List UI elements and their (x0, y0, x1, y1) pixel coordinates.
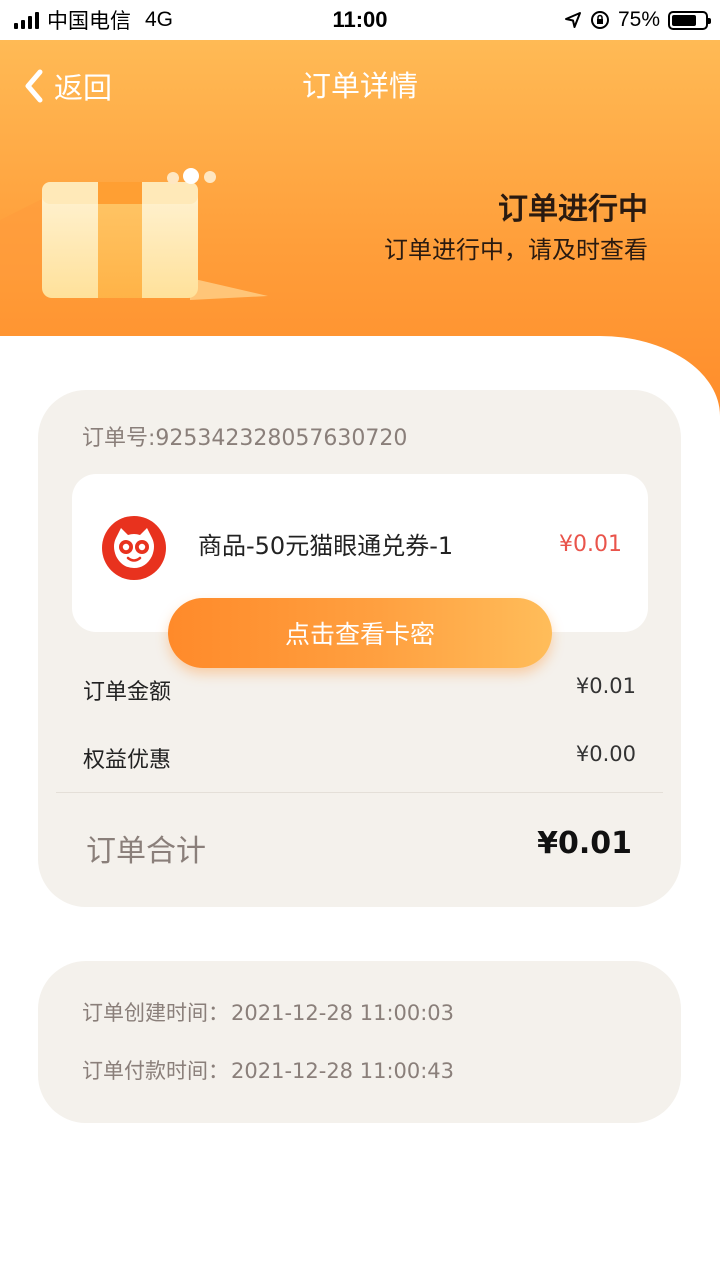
maoyan-cat-logo-icon (102, 516, 166, 580)
order-number: 订单号:925342328057630720 (82, 426, 408, 451)
goods-name: 商品-50元猫眼通兑券-1 (198, 532, 454, 560)
goods-price: ¥0.01 (559, 532, 622, 557)
divider (56, 792, 663, 793)
order-amount-value: ¥0.01 (575, 674, 636, 698)
order-total-value: ¥0.01 (537, 826, 632, 861)
location-arrow-icon (564, 12, 581, 28)
order-status-title: 订单进行中 (498, 192, 648, 227)
order-status-subtitle: 订单进行中，请及时查看 (384, 236, 648, 264)
battery-fill (672, 14, 696, 26)
battery-icon (668, 10, 711, 30)
paid-time-row: 订单付款时间：2021-12-28 11:00:43 (82, 1055, 454, 1085)
order-total-label: 订单合计 (86, 834, 206, 869)
discount-label: 权益优惠 (83, 748, 172, 773)
view-card-code-button[interactable]: 点击查看卡密 (168, 598, 552, 668)
order-time-card: 订单创建时间：2021-12-28 11:00:03 订单付款时间：2021-1… (38, 961, 681, 1123)
order-card: 订单号:925342328057630720 商品-50元猫眼通兑券-1 ¥0.… (38, 390, 681, 907)
paid-time-value: 2021-12-28 11:00:43 (231, 1059, 455, 1083)
paid-time-label: 订单付款时间： (82, 1059, 229, 1083)
package-box-icon (0, 168, 268, 300)
battery-percent: 75% (617, 8, 660, 31)
created-time-value: 2021-12-28 11:00:03 (231, 1001, 455, 1025)
page-title: 订单详情 (301, 69, 418, 103)
status-bar-right: 75% (564, 0, 711, 40)
order-amount-label: 订单金额 (83, 680, 172, 705)
rotation-lock-icon (590, 11, 609, 29)
created-time-row: 订单创建时间：2021-12-28 11:00:03 (82, 997, 454, 1027)
status-bar: 中国电信 4G 11:00 75% (0, 0, 720, 40)
created-time-label: 订单创建时间： (82, 1001, 229, 1025)
discount-value: ¥0.00 (575, 742, 636, 766)
